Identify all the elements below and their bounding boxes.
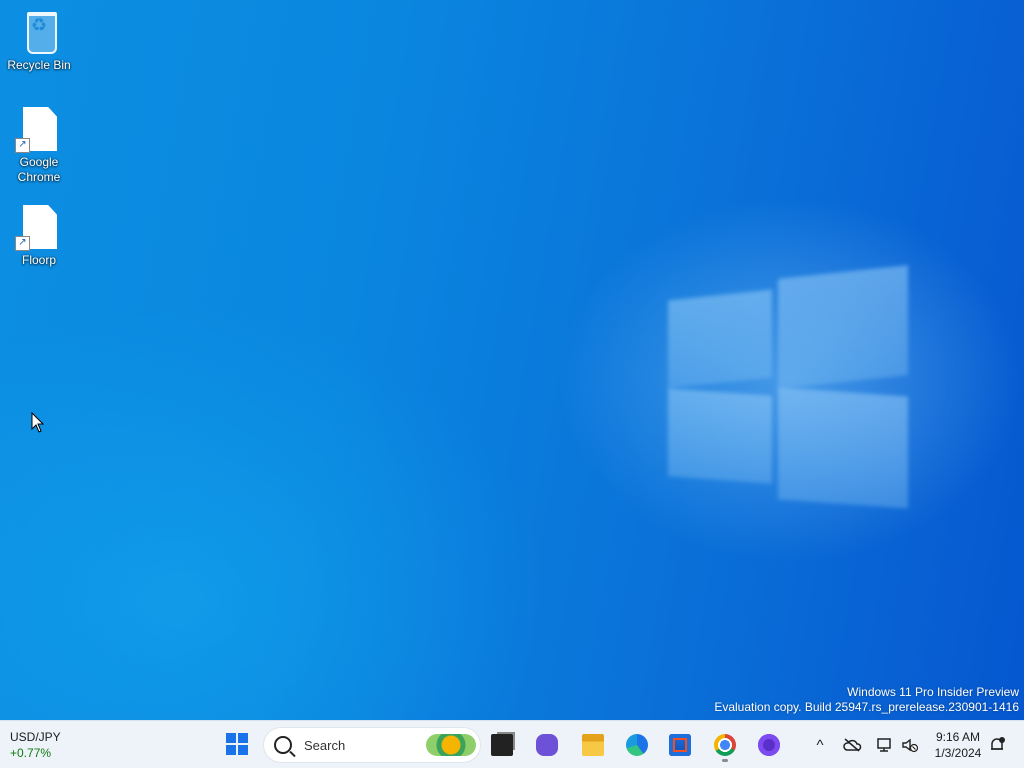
start-button[interactable] [222, 729, 252, 759]
desktop[interactable]: ♻ Recycle Bin ↗ Google Chrome ↗ Floorp W… [0, 0, 1024, 720]
edge-button[interactable] [619, 727, 655, 763]
chevron-up-icon: ^ [816, 736, 824, 754]
evaluation-watermark: Windows 11 Pro Insider Preview Evaluatio… [714, 685, 1019, 715]
desktop-icon-label: Google Chrome [17, 155, 61, 184]
desktop-icon-label: Floorp [21, 253, 56, 267]
windows-logo-tile [668, 388, 772, 484]
network-icon [877, 738, 891, 752]
volume-muted-icon [902, 738, 919, 753]
chat-button[interactable] [529, 727, 565, 763]
desktop-icon-label: Recycle Bin [7, 58, 71, 72]
network-button[interactable] [872, 733, 896, 757]
search-highlight-icon [426, 734, 476, 756]
onedrive-icon [843, 738, 862, 752]
desktop-icon-floorp[interactable]: ↗ Floorp [1, 203, 77, 268]
chrome-icon [714, 734, 736, 756]
notification-center-button[interactable] [985, 733, 1009, 757]
chat-icon [536, 734, 558, 756]
task-view-button[interactable] [484, 727, 520, 763]
shortcut-file-icon: ↗ [15, 203, 63, 251]
widget-currency-change: +0.77% [10, 746, 52, 760]
chrome-button[interactable] [707, 727, 743, 763]
widgets-button[interactable]: USD/JPY +0.77% [10, 727, 100, 763]
clock-time: 9:16 AM [935, 730, 981, 744]
desktop-icon-google-chrome[interactable]: ↗ Google Chrome [1, 105, 77, 185]
task-view-icon [491, 734, 513, 756]
clock-button[interactable]: 9:16 AM 1/3/2024 [924, 727, 992, 763]
watermark-line: Windows 11 Pro Insider Preview [847, 685, 1019, 699]
floorp-icon [758, 734, 780, 756]
search-box[interactable]: Search [263, 727, 481, 763]
volume-button[interactable] [898, 733, 922, 757]
watermark-line: Evaluation copy. Build 25947.rs_prerelea… [714, 700, 1019, 714]
edge-icon [626, 734, 648, 756]
floorp-button[interactable] [751, 727, 787, 763]
onedrive-button[interactable] [840, 733, 864, 757]
widget-currency-pair: USD/JPY [10, 730, 61, 744]
windows-logo-tile [668, 289, 772, 389]
shortcut-file-icon: ↗ [15, 105, 63, 153]
store-icon [669, 734, 691, 756]
recycle-bin-icon: ♻ [15, 8, 63, 56]
file-explorer-button[interactable] [575, 727, 611, 763]
folder-icon [582, 734, 604, 756]
clock-date: 1/3/2024 [934, 746, 982, 760]
windows-logo-tile [778, 265, 908, 389]
mouse-cursor-icon [31, 412, 45, 433]
store-button[interactable] [662, 727, 698, 763]
desktop-icon-recycle-bin[interactable]: ♻ Recycle Bin [1, 8, 77, 73]
search-placeholder: Search [304, 737, 346, 753]
show-hidden-icons-button[interactable]: ^ [808, 733, 832, 757]
taskbar: USD/JPY +0.77% Search ^ 9:16 AM 1/3/2024 [0, 720, 1024, 768]
notification-icon [991, 737, 1005, 750]
windows-logo-tile [778, 387, 908, 509]
running-indicator [722, 759, 728, 762]
windows-start-icon [226, 733, 248, 755]
search-icon [274, 736, 292, 754]
